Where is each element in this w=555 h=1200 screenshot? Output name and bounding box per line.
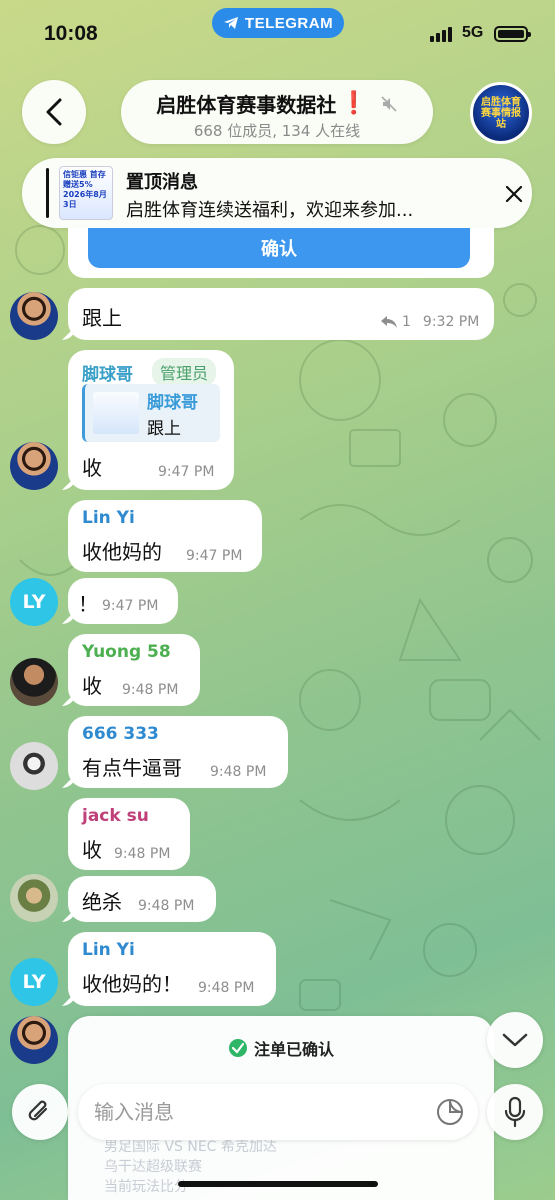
confirmed-text: 注单已确认	[253, 1040, 334, 1059]
telegram-pill[interactable]: TELEGRAM	[212, 8, 344, 38]
message-input[interactable]	[94, 1092, 424, 1132]
status-time: 10:08	[44, 22, 98, 45]
reply-count: 1	[402, 314, 411, 330]
telegram-plane-icon	[223, 17, 238, 29]
message-bubble[interactable]: ！ 9:47 PM	[62, 578, 178, 624]
message-time: 9:47 PM	[158, 464, 215, 480]
message-text: 有点牛逼哥	[82, 756, 182, 780]
chat-title: 启胜体育赛事数据社	[156, 93, 337, 117]
message-time: 9:47 PM	[186, 548, 243, 564]
battery-icon	[494, 26, 531, 42]
message-time: 9:48 PM	[114, 846, 171, 862]
sender-name[interactable]: Lin Yi	[82, 940, 135, 960]
chat-title-pill[interactable]: 启胜体育赛事数据社 ❗ 668 位成员, 134 人在线	[121, 80, 433, 144]
paperclip-icon	[28, 1100, 48, 1121]
sender-name[interactable]: Lin Yi	[82, 508, 135, 528]
attach-button[interactable]	[12, 1084, 68, 1140]
group-avatar[interactable]: 启胜体育赛事情报站	[470, 82, 532, 144]
bubble-tail	[62, 908, 76, 922]
bubble-tail	[62, 992, 76, 1006]
message-text: 收	[82, 838, 102, 862]
message-bubble[interactable]: Lin Yi 收他妈的！ 9:48 PM	[62, 932, 276, 1006]
avatar[interactable]: LY	[10, 578, 58, 626]
pinned-text: 启胜体育连续送福利，欢迎来参加...	[126, 200, 414, 221]
bubble-tail	[62, 692, 76, 706]
close-icon	[505, 185, 523, 203]
signal-icon	[430, 26, 452, 42]
pinned-title: 置顶消息	[126, 172, 198, 193]
reply-sender: 脚球哥	[147, 393, 198, 413]
message-input-container[interactable]	[78, 1084, 478, 1140]
bubble-tail	[62, 610, 76, 624]
message-time: 9:48 PM	[122, 682, 179, 698]
reply-text: 跟上	[147, 419, 181, 439]
sender-name[interactable]: 666 333	[82, 724, 159, 744]
chevron-down-icon	[502, 1033, 528, 1047]
sticker-button[interactable]	[436, 1098, 464, 1126]
avatar[interactable]	[10, 742, 58, 790]
message-time: 9:48 PM	[210, 764, 267, 780]
avatar[interactable]: LY	[10, 958, 58, 1006]
back-chevron-icon	[46, 98, 62, 126]
mute-icon	[381, 95, 397, 112]
sender-name[interactable]: 脚球哥	[82, 360, 133, 385]
message-meta: 1 9:32 PM	[380, 314, 479, 330]
pinned-indicator	[46, 168, 49, 218]
bubble-tail	[62, 774, 76, 788]
pinned-message-bar[interactable]: 信钜惠 首存赠送5% 2026年8月3日 置顶消息 启胜体育连续送福利，欢迎来参…	[22, 158, 532, 228]
group-avatar-label: 启胜体育赛事情报站	[481, 96, 521, 130]
message-bubble[interactable]: Yuong 58 收 9:48 PM	[62, 634, 200, 706]
avatar[interactable]	[10, 874, 58, 922]
admin-badge: 管理员	[152, 358, 217, 386]
reply-arrow-icon	[381, 316, 397, 328]
message-time: 9:32 PM	[422, 314, 480, 330]
check-icon	[228, 1039, 247, 1057]
confirm-button[interactable]: 确认	[88, 228, 470, 268]
home-indicator	[178, 1181, 378, 1187]
title-exclamation-mark: ❗	[340, 91, 368, 116]
message-bubble[interactable]: 绝杀 9:48 PM	[62, 876, 216, 922]
message-bubble[interactable]: 666 333 有点牛逼哥 9:48 PM	[62, 716, 288, 788]
avatar[interactable]	[10, 1016, 58, 1064]
message-time: 9:47 PM	[102, 598, 159, 614]
chat-subtitle: 668 位成员, 134 人在线	[193, 122, 361, 140]
faded-line: 乌干达超级联赛	[104, 1159, 202, 1175]
pinned-close-button[interactable]	[500, 180, 528, 208]
message-text: 收他妈的！	[82, 972, 182, 996]
status-bar: 10:08 TELEGRAM 5G	[0, 0, 555, 64]
faded-line: 当前玩法比分	[104, 1179, 188, 1195]
sender-name[interactable]: Yuong 58	[82, 642, 171, 662]
telegram-pill-label: TELEGRAM	[244, 14, 334, 32]
confirmed-status: 注单已确认	[68, 1036, 494, 1060]
pinned-thumbnail: 信钜惠 首存赠送5% 2026年8月3日	[59, 166, 113, 220]
avatar[interactable]	[10, 658, 58, 706]
message-bubble[interactable]: jack su 收 9:48 PM	[68, 798, 190, 870]
back-button[interactable]	[22, 80, 86, 144]
voice-record-button[interactable]	[487, 1084, 543, 1140]
bet-confirm-card: 确认	[68, 228, 494, 278]
message-text: 收	[82, 674, 102, 698]
reply-thumbnail	[93, 392, 139, 434]
microphone-icon	[504, 1096, 526, 1128]
avatar[interactable]	[10, 442, 58, 490]
network-type: 5G	[462, 24, 484, 41]
sticker-icon	[437, 1099, 463, 1125]
message-bubble[interactable]: 脚球哥 管理员 脚球哥 跟上 收 9:47 PM	[62, 350, 234, 490]
message-text: 收他妈的	[82, 540, 162, 564]
message-text: 收	[82, 456, 102, 480]
sender-name[interactable]: jack su	[82, 806, 149, 826]
message-text: 跟上	[82, 306, 122, 330]
message-text: ！	[78, 592, 98, 616]
avatar[interactable]	[10, 292, 58, 340]
message-bubble[interactable]: Lin Yi 收他妈的 9:47 PM	[68, 500, 262, 572]
message-bubble[interactable]: 跟上 1 9:32 PM	[62, 288, 494, 340]
bubble-tail	[62, 476, 76, 490]
reply-preview[interactable]: 脚球哥 跟上	[82, 384, 220, 442]
message-text: 绝杀	[82, 890, 122, 914]
message-time: 9:48 PM	[198, 980, 255, 996]
scroll-down-button[interactable]	[487, 1012, 543, 1068]
message-time: 9:48 PM	[138, 898, 195, 914]
bubble-tail	[62, 326, 76, 340]
